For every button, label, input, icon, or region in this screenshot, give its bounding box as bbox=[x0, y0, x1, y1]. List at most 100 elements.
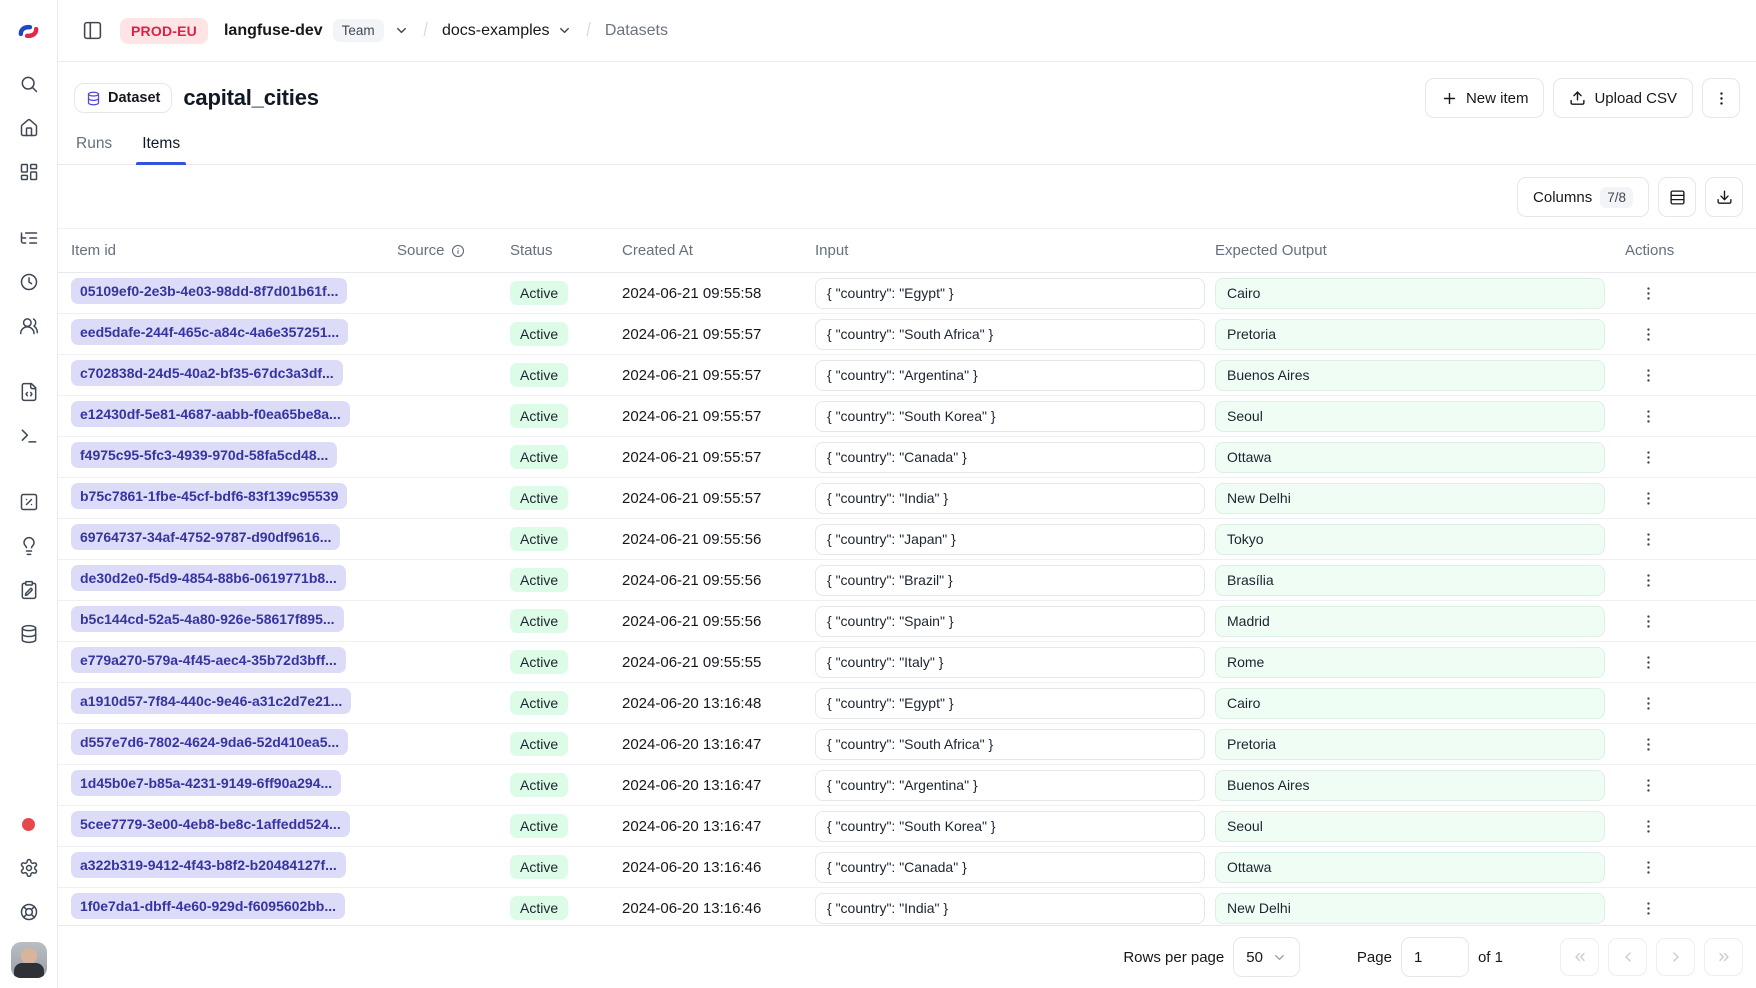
user-avatar[interactable] bbox=[11, 942, 47, 978]
item-id-link[interactable]: b75c7861-1fbe-45cf-bdf6-83f139c95539 bbox=[71, 483, 347, 509]
annotation-clipboard-icon[interactable] bbox=[9, 570, 49, 610]
row-actions-button[interactable] bbox=[1633, 278, 1663, 308]
org-type-badge: Team bbox=[333, 19, 384, 42]
support-lifebuoy-icon[interactable] bbox=[9, 892, 49, 932]
users-icon[interactable] bbox=[9, 306, 49, 346]
item-id-link[interactable]: e12430df-5e81-4687-aabb-f0ea65be8a... bbox=[71, 401, 350, 427]
item-id-link[interactable]: d557e7d6-7802-4624-9da6-52d410ea5... bbox=[71, 729, 348, 755]
item-id-link[interactable]: 05109ef0-2e3b-4e03-98dd-8f7d01b61f... bbox=[71, 278, 347, 304]
table-row: d557e7d6-7802-4624-9da6-52d410ea5... Act… bbox=[58, 724, 1756, 765]
new-item-button[interactable]: New item bbox=[1425, 78, 1545, 118]
row-actions-button[interactable] bbox=[1633, 524, 1663, 554]
columns-button[interactable]: Columns 7/8 bbox=[1517, 177, 1649, 217]
page-label: Page bbox=[1357, 949, 1392, 966]
settings-gear-icon[interactable] bbox=[9, 848, 49, 888]
export-button[interactable] bbox=[1705, 177, 1743, 217]
row-actions-button[interactable] bbox=[1633, 811, 1663, 841]
item-id-link[interactable]: 69764737-34af-4752-9787-d90df9616... bbox=[71, 524, 340, 550]
page-actions: New item Upload CSV bbox=[1425, 78, 1740, 118]
item-id-link[interactable]: 1d45b0e7-b85a-4231-9149-6ff90a294... bbox=[71, 770, 341, 796]
sidebar-toggle-icon[interactable] bbox=[74, 13, 110, 49]
col-header-input[interactable]: Input bbox=[815, 242, 1215, 259]
item-id-link[interactable]: b5c144cd-52a5-4a80-926e-58617f895... bbox=[71, 606, 344, 632]
item-id-link[interactable]: c702838d-24d5-40a2-bf35-67dc3a3df... bbox=[71, 360, 343, 386]
breadcrumb-project[interactable]: docs-examples bbox=[442, 22, 572, 40]
table-row: c702838d-24d5-40a2-bf35-67dc3a3df... Act… bbox=[58, 355, 1756, 396]
input-cell: { "country": "South Korea" } bbox=[815, 401, 1205, 432]
item-id-link[interactable]: a322b319-9412-4f43-b8f2-b20484127f... bbox=[71, 852, 346, 878]
breadcrumb-section[interactable]: Datasets bbox=[605, 22, 668, 40]
previous-page-button[interactable] bbox=[1608, 938, 1647, 976]
col-header-source[interactable]: Source bbox=[397, 242, 510, 259]
col-header-expected-output[interactable]: Expected Output bbox=[1215, 242, 1615, 259]
dashboard-icon[interactable] bbox=[9, 152, 49, 192]
item-id-link[interactable]: a1910d57-7f84-440c-9e46-a31c2d7e21... bbox=[71, 688, 351, 714]
upload-csv-button[interactable]: Upload CSV bbox=[1553, 78, 1693, 118]
item-id-link[interactable]: f4975c95-5fc3-4939-970d-58fa5cd48... bbox=[71, 442, 337, 468]
kebab-menu-icon bbox=[1640, 285, 1657, 302]
status-badge: Active bbox=[510, 445, 568, 469]
database-icon bbox=[86, 91, 101, 106]
input-cell: { "country": "Brazil" } bbox=[815, 565, 1205, 596]
kebab-menu-icon bbox=[1640, 531, 1657, 548]
page-number-input[interactable] bbox=[1401, 937, 1469, 977]
evaluation-percent-icon[interactable] bbox=[9, 482, 49, 522]
info-icon bbox=[451, 244, 465, 258]
playground-terminal-icon[interactable] bbox=[9, 416, 49, 456]
row-actions-button[interactable] bbox=[1633, 770, 1663, 800]
record-status-dot[interactable] bbox=[9, 804, 49, 844]
row-actions-button[interactable] bbox=[1633, 893, 1663, 923]
table-row: 69764737-34af-4752-9787-d90df9616... Act… bbox=[58, 519, 1756, 560]
table-body: 05109ef0-2e3b-4e03-98dd-8f7d01b61f... Ac… bbox=[58, 273, 1756, 925]
first-page-button[interactable] bbox=[1560, 938, 1599, 976]
more-actions-button[interactable] bbox=[1702, 78, 1740, 118]
kebab-menu-icon bbox=[1640, 736, 1657, 753]
row-actions-button[interactable] bbox=[1633, 565, 1663, 595]
kebab-menu-icon bbox=[1640, 818, 1657, 835]
org-chevron-down-icon[interactable] bbox=[394, 23, 409, 38]
row-actions-button[interactable] bbox=[1633, 688, 1663, 718]
row-actions-button[interactable] bbox=[1633, 401, 1663, 431]
sessions-clock-icon[interactable] bbox=[9, 262, 49, 302]
kebab-menu-icon bbox=[1640, 408, 1657, 425]
table-toolbar: Columns 7/8 bbox=[58, 165, 1756, 228]
status-badge: Active bbox=[510, 732, 568, 756]
rows-per-page-select[interactable]: 50 bbox=[1233, 937, 1300, 977]
row-actions-button[interactable] bbox=[1633, 483, 1663, 513]
tracing-icon[interactable] bbox=[9, 218, 49, 258]
item-id-link[interactable]: e779a270-579a-4f45-aec4-35b72d3bff... bbox=[71, 647, 346, 673]
prompts-file-icon[interactable] bbox=[9, 372, 49, 412]
row-actions-button[interactable] bbox=[1633, 360, 1663, 390]
next-page-button[interactable] bbox=[1656, 938, 1695, 976]
table-header-row: Item id Source Status Created At Input E… bbox=[58, 228, 1756, 273]
tab-runs[interactable]: Runs bbox=[74, 126, 114, 164]
input-cell: { "country": "Japan" } bbox=[815, 524, 1205, 555]
expected-output-cell: Rome bbox=[1215, 647, 1605, 678]
row-actions-button[interactable] bbox=[1633, 647, 1663, 677]
item-id-link[interactable]: 5cee7779-3e00-4eb8-be8c-1affedd524... bbox=[71, 811, 350, 837]
tab-items[interactable]: Items bbox=[140, 126, 182, 164]
langfuse-logo[interactable] bbox=[17, 0, 40, 62]
home-icon[interactable] bbox=[9, 108, 49, 148]
created-at-cell: 2024-06-20 13:16:46 bbox=[622, 859, 815, 876]
llm-judge-lightbulb-icon[interactable] bbox=[9, 526, 49, 566]
row-actions-button[interactable] bbox=[1633, 319, 1663, 349]
row-height-button[interactable] bbox=[1658, 177, 1696, 217]
created-at-cell: 2024-06-20 13:16:47 bbox=[622, 818, 815, 835]
project-chevron-down-icon[interactable] bbox=[557, 23, 572, 38]
page-header: Dataset capital_cities New item Upload C… bbox=[58, 62, 1756, 124]
breadcrumb-org[interactable]: langfuse-dev bbox=[224, 22, 323, 40]
item-id-link[interactable]: eed5dafe-244f-465c-a84c-4a6e357251... bbox=[71, 319, 348, 345]
col-header-item-id[interactable]: Item id bbox=[71, 242, 397, 259]
row-actions-button[interactable] bbox=[1633, 442, 1663, 472]
search-icon[interactable] bbox=[9, 64, 49, 104]
col-header-status[interactable]: Status bbox=[510, 242, 622, 259]
col-header-created-at[interactable]: Created At bbox=[622, 242, 815, 259]
row-actions-button[interactable] bbox=[1633, 729, 1663, 759]
item-id-link[interactable]: de30d2e0-f5d9-4854-88b6-0619771b8... bbox=[71, 565, 346, 591]
row-actions-button[interactable] bbox=[1633, 606, 1663, 636]
row-actions-button[interactable] bbox=[1633, 852, 1663, 882]
datasets-database-icon[interactable] bbox=[9, 614, 49, 654]
item-id-link[interactable]: 1f0e7da1-dbff-4e60-929d-f6095602bb... bbox=[71, 893, 345, 919]
last-page-button[interactable] bbox=[1704, 938, 1743, 976]
